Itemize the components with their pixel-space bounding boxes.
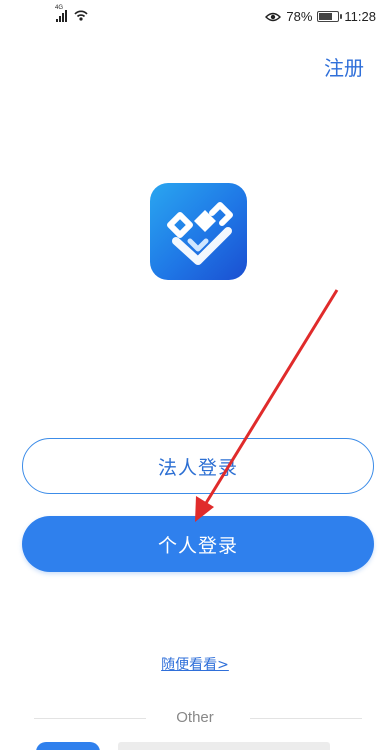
third-party-login-button[interactable] xyxy=(36,742,100,750)
corporate-login-button[interactable]: 法人登录 xyxy=(22,438,374,494)
status-right: 78% 11:28 xyxy=(265,9,376,24)
clock: 11:28 xyxy=(344,9,376,24)
status-left: 4G xyxy=(55,5,89,22)
eye-comfort-icon xyxy=(265,12,282,21)
cell-signal-icon: 4G xyxy=(55,5,67,22)
battery-percent: 78% xyxy=(286,9,313,24)
register-button[interactable]: 注册 xyxy=(324,52,364,81)
browse-link[interactable]: 随便看看> xyxy=(0,654,390,674)
wifi-icon xyxy=(74,10,88,21)
battery-fill xyxy=(319,13,333,20)
annotation-arrow xyxy=(195,289,339,522)
battery-icon xyxy=(317,11,343,22)
blurred-content xyxy=(118,742,330,750)
status-bar: 4G 78% 11:28 xyxy=(0,0,390,32)
personal-login-button[interactable]: 个人登录 xyxy=(22,516,374,572)
other-divider: Other xyxy=(0,708,390,728)
app-logo-heart-chevron-icon xyxy=(167,202,233,265)
app-logo xyxy=(150,183,247,280)
network-type-label: 4G xyxy=(55,5,64,11)
divider-line-right xyxy=(250,718,362,719)
